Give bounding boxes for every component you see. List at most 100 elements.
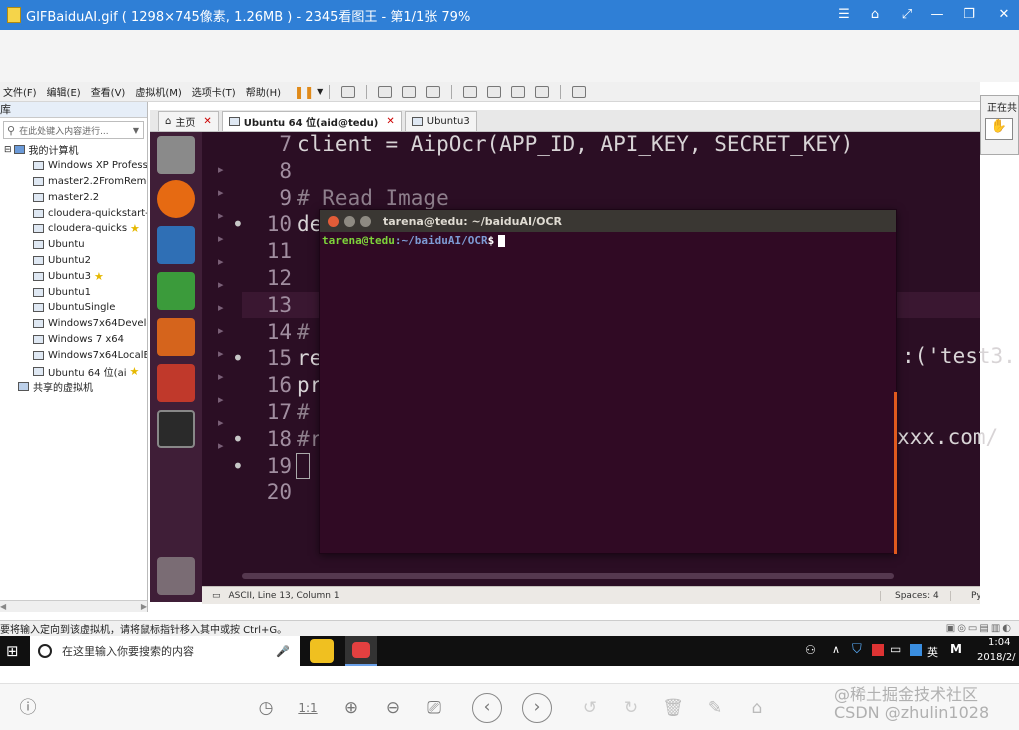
pause-icon[interactable]: ❚❚ — [294, 85, 314, 99]
terminal-body[interactable]: tarena@tedu:~/baiduAI/OCR$ — [320, 232, 896, 247]
close-icon[interactable] — [328, 215, 339, 227]
hand-icon[interactable]: ✋ — [985, 118, 1013, 140]
actual-size-icon[interactable]: 1:1 — [296, 696, 320, 720]
clock-time[interactable]: 1:04 — [988, 637, 1010, 648]
chevron-up-icon[interactable]: ∧ — [832, 643, 840, 656]
zoom-out-icon[interactable]: ⊖ — [381, 696, 405, 720]
tree-item[interactable]: master2.2 — [33, 189, 147, 205]
tree-item[interactable]: Windows 7 x64 — [33, 332, 147, 348]
tab-ubuntu64[interactable]: Ubuntu 64 位(aid@tedu) ✕ — [221, 111, 402, 131]
tree-item[interactable]: Ubuntu2 — [33, 253, 147, 269]
taskbar-search-input[interactable]: 在这里输入你要搜索的内容 🎤 — [30, 636, 300, 666]
menu-vm[interactable]: 虚拟机(M) — [135, 84, 181, 99]
tree-item[interactable]: Ubuntu3 ★ — [33, 268, 147, 284]
writer-icon[interactable] — [157, 226, 195, 264]
tree-item[interactable]: UbuntuSingle — [33, 300, 147, 316]
stretch-view-icon[interactable] — [572, 85, 587, 98]
maximize-button[interactable]: ❐ — [960, 6, 978, 24]
home-icon: ⌂ — [165, 116, 172, 127]
terminal-icon[interactable] — [157, 410, 195, 448]
snapshot-manager-icon[interactable] — [426, 85, 441, 98]
code-line: # Read Image — [297, 185, 449, 210]
library-view-icon[interactable] — [463, 85, 478, 98]
tree-item[interactable]: Windows7x64Develo — [33, 316, 147, 332]
tree-root[interactable]: ⊟ 我的计算机 — [4, 142, 147, 158]
menu-help[interactable]: 帮助(H) — [246, 84, 281, 99]
status-syntax[interactable]: Pyt — [950, 590, 980, 601]
tree-item[interactable]: master2.2FromRemo — [33, 174, 147, 190]
library-scrollbar[interactable]: ◀ ▶ — [0, 600, 147, 612]
next-button[interactable]: › — [522, 693, 552, 723]
microphone-icon[interactable]: 🎤 — [276, 645, 290, 658]
edit-icon[interactable]: ✎ — [703, 696, 727, 720]
tab-ubuntu3[interactable]: Ubuntu3 — [404, 111, 477, 131]
menu-edit[interactable]: 编辑(E) — [47, 84, 81, 99]
minimize-icon[interactable] — [344, 215, 355, 227]
chevron-down-icon[interactable]: ▼ — [133, 126, 139, 135]
clock-date[interactable]: 2018/2/ — [977, 652, 1016, 663]
trash-icon[interactable] — [157, 557, 195, 595]
revert-snapshot-icon[interactable] — [402, 85, 417, 98]
rotate-icon[interactable]: ◷ — [254, 696, 278, 720]
tray-cloud-icon[interactable] — [910, 644, 922, 656]
rotate-right-icon[interactable]: ↻ — [619, 696, 643, 720]
people-icon[interactable]: ⚇ — [805, 643, 816, 657]
menu-tabs[interactable]: 选项卡(T) — [192, 84, 236, 99]
ime-mode-icon[interactable]: M — [950, 642, 962, 656]
tree-item[interactable]: cloudera-quickstart- — [33, 205, 147, 221]
windows-start-icon[interactable]: ⊞ — [6, 642, 19, 660]
impress-icon[interactable] — [157, 318, 195, 356]
tree-item[interactable]: Windows7x64LocalE — [33, 347, 147, 363]
tree-item[interactable]: cloudera-quicks ★ — [33, 221, 147, 237]
panel-icon[interactable]: ▭ — [212, 591, 221, 601]
close-icon[interactable]: ✕ — [386, 116, 394, 127]
tree-item[interactable]: Windows XP Profess — [33, 158, 147, 174]
device-icons[interactable]: ▣◎▭▤▥◐ — [946, 623, 1013, 634]
menu-icon[interactable]: ☰ — [835, 6, 853, 24]
terminal-window[interactable]: tarena@tedu: ~/baiduAI/OCR tarena@tedu:~… — [319, 209, 897, 554]
tree-item[interactable]: Ubuntu1 — [33, 284, 147, 300]
tree-item[interactable]: Ubuntu — [33, 237, 147, 253]
fullscreen-view-icon[interactable] — [511, 85, 526, 98]
unity-view-icon[interactable] — [535, 85, 550, 98]
menu-file[interactable]: 文件(F) — [3, 84, 37, 99]
slideshow-icon[interactable]: ⎚ — [422, 696, 446, 720]
collapse-icon[interactable]: ⊟ — [4, 145, 12, 155]
tab-home[interactable]: ⌂ 主页 ✕ — [158, 111, 219, 131]
line-number: 19 — [266, 453, 292, 478]
delete-icon[interactable]: 🗑 — [661, 696, 685, 720]
skin-icon[interactable]: ⌂ — [866, 6, 884, 24]
network-icon[interactable]: ▭ — [890, 642, 901, 656]
settings-icon[interactable] — [157, 364, 195, 402]
editor-scrollbar[interactable] — [242, 573, 894, 579]
send-keys-icon[interactable] — [341, 85, 356, 98]
more-icon[interactable]: ⌂ — [745, 696, 769, 720]
snapshot-icon[interactable] — [378, 85, 393, 98]
fullscreen-icon[interactable]: ⤢ — [898, 6, 916, 24]
shield-icon[interactable]: ⛉ — [852, 642, 862, 657]
library-search-input[interactable]: ⚲ 在此处键入内容进行... ▼ — [3, 121, 144, 139]
tree-item[interactable]: Ubuntu 64 位(ai ★ — [33, 363, 147, 379]
editor-statusbar: ▭ ASCII, Line 13, Column 1 Spaces: 4 Pyt — [202, 586, 980, 604]
ime-indicator[interactable]: 英 — [927, 644, 938, 660]
menu-view[interactable]: 查看(V) — [91, 84, 126, 99]
tray-app-icon[interactable] — [872, 644, 884, 656]
tree-shared[interactable]: 共享的虚拟机 — [4, 379, 147, 395]
console-view-icon[interactable] — [487, 85, 502, 98]
sharing-panel: 正在共 ✋ — [980, 95, 1019, 155]
close-icon[interactable]: ✕ — [203, 116, 211, 127]
files-icon[interactable] — [157, 136, 195, 174]
minimize-button[interactable]: — — [928, 6, 946, 24]
close-button[interactable]: ✕ — [995, 6, 1013, 24]
rotate-left-icon[interactable]: ↺ — [578, 696, 602, 720]
app-recorder-button[interactable] — [345, 636, 377, 666]
previous-button[interactable]: ‹ — [472, 693, 502, 723]
chevron-down-icon[interactable]: ▼ — [317, 87, 323, 96]
firefox-icon[interactable] — [157, 180, 195, 218]
maximize-icon[interactable] — [360, 215, 371, 227]
status-spaces[interactable]: Spaces: 4 — [880, 590, 950, 601]
zoom-in-icon[interactable]: ⊕ — [339, 696, 363, 720]
calc-icon[interactable] — [157, 272, 195, 310]
info-icon[interactable]: ⓘ — [16, 696, 40, 720]
app-viewer-icon[interactable] — [310, 639, 334, 663]
